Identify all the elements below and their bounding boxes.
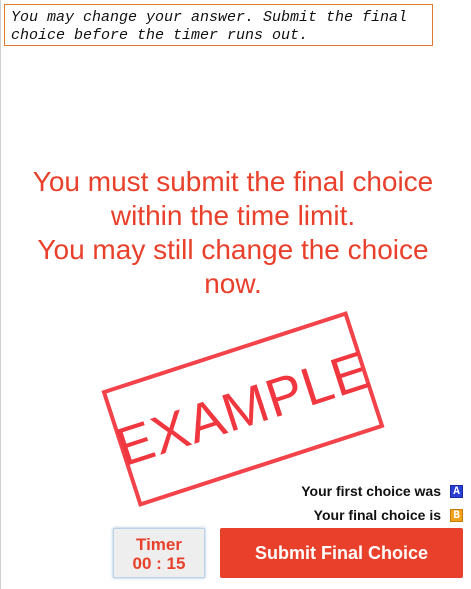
time-limit-message: You must submit the final choice within … [0, 165, 466, 301]
first-choice-label: Your first choice was [301, 483, 441, 499]
submit-final-choice-button[interactable]: Submit Final Choice [220, 528, 463, 578]
example-stamp: EXAMPLE [101, 311, 385, 507]
instructions-line-2: choice before the timer runs out. [11, 27, 309, 44]
message-line-3: You may still change the choice [37, 234, 429, 265]
timer-value: 00 : 15 [132, 554, 186, 573]
instructions-box: You may change your answer. Submit the f… [4, 4, 433, 46]
message-line-4: now. [204, 268, 262, 299]
message-line-2: within the time limit. [110, 200, 356, 231]
timer-label: Timer [136, 535, 182, 554]
final-choice-row: Your final choice is B [314, 507, 463, 523]
message-line-1: You must submit the final choice [32, 166, 434, 197]
first-choice-row: Your first choice was A [301, 483, 463, 499]
example-stamp-text: EXAMPLE [109, 339, 377, 479]
final-choice-label: Your final choice is [313, 507, 441, 523]
timer-display: Timer 00 : 15 [113, 528, 205, 578]
choice-a-badge-icon: A [450, 484, 463, 498]
instructions-line-1: You may change your answer. Submit the f… [11, 9, 408, 26]
choice-b-badge-icon: B [450, 508, 463, 522]
